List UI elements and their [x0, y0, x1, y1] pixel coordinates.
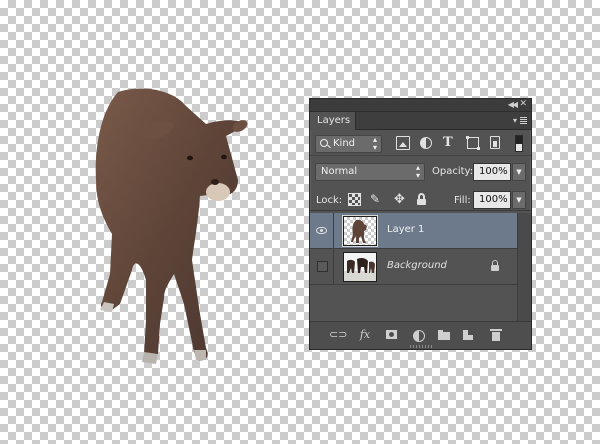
close-panel-icon[interactable]: ✕ [519, 99, 527, 109]
search-icon [320, 139, 328, 147]
image-filter-icon[interactable] [396, 136, 410, 150]
adjustment-filter-icon[interactable] [420, 137, 432, 149]
fill-label: Fill: [454, 195, 471, 206]
tab-layers[interactable]: Layers [310, 112, 356, 130]
cattle-thumbnail-icon [344, 257, 376, 281]
layers-list: Layer 1 Background [310, 213, 531, 321]
blend-mode-value: Normal [321, 166, 358, 177]
panel-titlebar: ◀◀ ✕ [310, 99, 531, 112]
panel-menu-icon[interactable]: ▾ [513, 115, 527, 125]
up-down-arrows-icon: ▴ ▾ [415, 163, 420, 180]
resize-grip[interactable] [410, 345, 432, 348]
lock-transparent-pixels-icon[interactable] [348, 193, 361, 206]
opacity-dropdown-button[interactable]: ▼ [512, 163, 526, 181]
adjustment-icon[interactable] [411, 328, 425, 342]
link-icon[interactable]: ⊂⊃ [329, 328, 347, 342]
shape-filter-icon[interactable] [466, 136, 480, 150]
lock-all-icon[interactable] [416, 193, 429, 206]
visibility-off-box[interactable] [317, 261, 328, 272]
fill-input[interactable]: 100% [473, 191, 511, 209]
layer-thumbnail[interactable] [343, 216, 377, 246]
blend-mode-select[interactable]: Normal ▴ ▾ [315, 163, 425, 181]
blend-row: Normal ▴ ▾ Opacity: 100% ▼ [310, 159, 531, 183]
smart-object-filter-icon[interactable] [490, 136, 500, 149]
visibility-toggle[interactable] [310, 213, 334, 249]
layer-row-background[interactable]: Background [310, 249, 517, 285]
layer-name[interactable]: Layer 1 [387, 224, 424, 235]
lock-icon [490, 260, 500, 272]
opacity-input[interactable]: 100% [473, 163, 511, 181]
trash-icon[interactable] [489, 328, 503, 342]
lock-position-icon[interactable]: ✥ [394, 193, 407, 206]
fx-icon[interactable]: fx [356, 328, 374, 342]
calf-cutout-image [95, 88, 248, 364]
filter-toggle-switch[interactable] [515, 135, 523, 152]
lock-image-pixels-icon[interactable]: ✎ [370, 193, 383, 206]
visibility-toggle[interactable] [310, 249, 334, 285]
filter-kind-label: Kind [333, 138, 356, 149]
layers-panel: ◀◀ ✕ Layers ▾ Kind ▴ ▾ T Normal ▴ ▾ Opacit… [309, 98, 532, 350]
opacity-label: Opacity: [432, 166, 474, 177]
layer-row-layer-1[interactable]: Layer 1 [310, 213, 517, 249]
layer-thumbnail[interactable] [343, 252, 377, 282]
collapse-panel-icon[interactable]: ◀◀ [508, 100, 518, 109]
group-icon[interactable] [437, 328, 451, 342]
up-down-arrows-icon: ▴ ▾ [372, 135, 377, 152]
layer-name[interactable]: Background [387, 260, 447, 271]
panel-tab-row: Layers ▾ [310, 112, 531, 130]
mask-icon[interactable] [385, 328, 399, 342]
eye-icon[interactable] [316, 227, 327, 234]
lock-row: Lock: ✎ ✥ Fill: 100% ▼ [310, 187, 531, 211]
filter-row: Kind ▴ ▾ T [310, 132, 531, 156]
layers-scrollbar[interactable] [517, 213, 531, 321]
panel-footer: ⊂⊃ fx [310, 321, 531, 349]
fill-dropdown-button[interactable]: ▼ [512, 191, 526, 209]
type-filter-icon[interactable]: T [443, 136, 457, 150]
lock-label: Lock: [316, 195, 343, 206]
new-layer-icon[interactable] [461, 328, 475, 342]
calf-thumbnail-icon [351, 219, 367, 243]
filter-kind-select[interactable]: Kind ▴ ▾ [315, 135, 382, 153]
